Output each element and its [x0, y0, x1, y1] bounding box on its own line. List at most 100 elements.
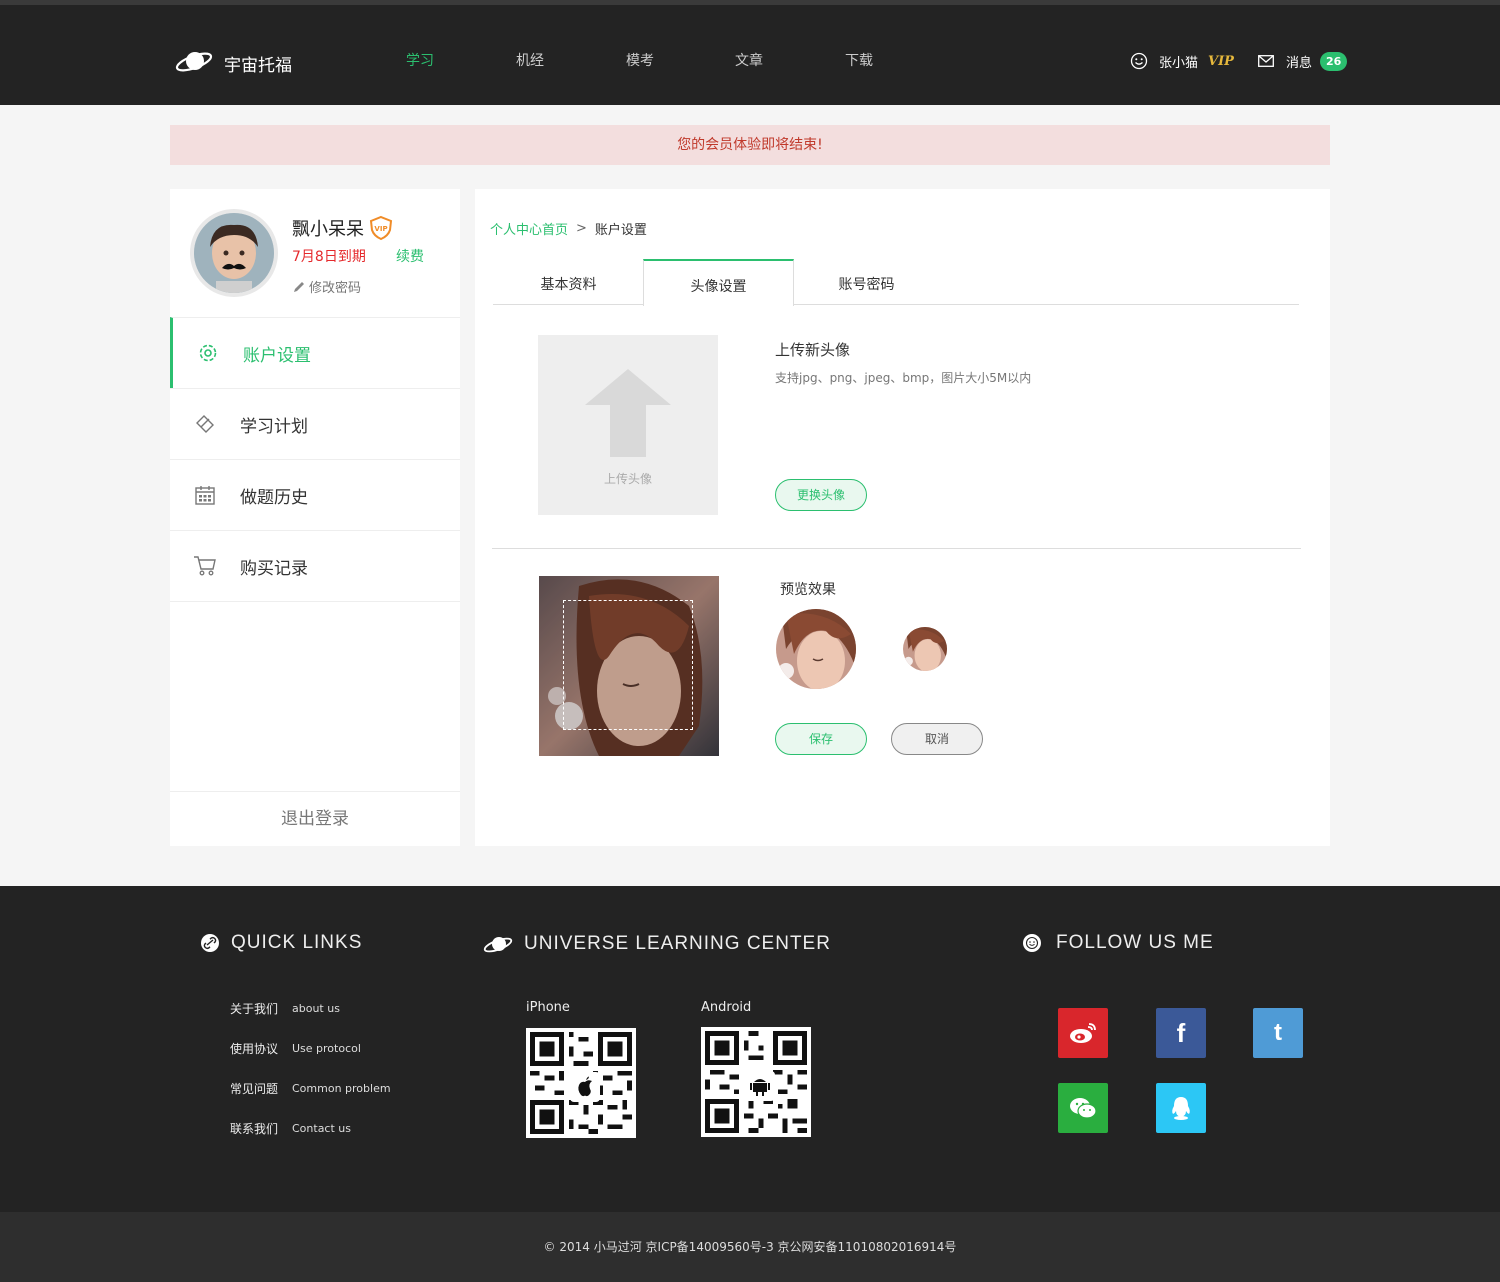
username[interactable]: 张小猫 [1159, 52, 1198, 71]
save-button[interactable]: 保存 [775, 723, 867, 755]
facebook-button[interactable]: f [1156, 1008, 1206, 1058]
logout-button[interactable]: 退出登录 [170, 791, 460, 846]
nav-item-machine[interactable]: 机经 [495, 50, 565, 70]
tumblr-button[interactable]: t [1253, 1008, 1303, 1058]
nav-item-download[interactable]: 下载 [824, 50, 894, 70]
android-icon [745, 1071, 775, 1101]
footer-link-protocol[interactable]: 使用协议 Use protocol [230, 1040, 361, 1057]
nav-item-study[interactable]: 学习 [385, 50, 455, 70]
upload-arrow-icon [585, 369, 671, 457]
footer-link-en: about us [292, 1002, 340, 1015]
messages-count-badge: 26 [1319, 51, 1348, 71]
top-navbar: 宇宙托福 学习 机经 模考 文章 下载 张小猫 VIP 消息 26 [0, 0, 1500, 105]
footer-link-faq[interactable]: 常见问题 Common problem [230, 1080, 391, 1097]
footer-link-cn: 关于我们 [230, 1002, 279, 1016]
messages-label: 消息 [1285, 55, 1312, 71]
cart-icon [170, 555, 240, 577]
avatar-preview-small [903, 627, 947, 671]
preview-title: 预览效果 [780, 582, 836, 598]
messages-link[interactable]: 消息 26 [1258, 51, 1348, 71]
center-title: UNIVERSE LEARNING CENTER [524, 933, 831, 954]
center-heading: UNIVERSE LEARNING CENTER [482, 932, 831, 956]
sidebar-item-account-settings[interactable]: 账户设置 [170, 317, 460, 388]
tumblr-icon: t [1274, 1019, 1282, 1046]
wechat-button[interactable] [1058, 1083, 1108, 1133]
calendar-icon [170, 484, 240, 506]
section-divider [492, 548, 1301, 549]
cancel-button[interactable]: 取消 [891, 723, 983, 755]
crop-source-photo[interactable] [539, 576, 719, 756]
android-qr-code[interactable] [701, 1027, 811, 1137]
footer-link-cn: 联系我们 [230, 1122, 279, 1136]
sidebar-item-label: 学习计划 [240, 416, 308, 437]
sidebar-item-label: 做题历史 [240, 487, 308, 508]
envelope-icon [1258, 55, 1274, 67]
upload-box-label: 上传头像 [603, 472, 652, 486]
quick-links-title: QUICK LINKS [231, 932, 363, 953]
weibo-button[interactable] [1058, 1008, 1108, 1058]
footer-link-cn: 使用协议 [230, 1042, 279, 1056]
sidebar-item-study-plan[interactable]: 学习计划 [170, 388, 460, 459]
nav-item-mock[interactable]: 模考 [605, 50, 675, 70]
sidebar-item-exercise-history[interactable]: 做题历史 [170, 459, 460, 530]
change-avatar-button[interactable]: 更换头像 [775, 479, 867, 511]
child-avatar-image [194, 213, 274, 293]
qq-icon [1172, 1097, 1190, 1120]
footer-link-contact[interactable]: 联系我们 Contact us [230, 1120, 351, 1137]
footer-link-en: Common problem [292, 1082, 391, 1095]
footer-link-about[interactable]: 关于我们 about us [230, 1000, 340, 1017]
facebook-icon: f [1176, 1017, 1186, 1048]
link-icon [201, 934, 219, 952]
vip-shield-icon: VIP [369, 215, 393, 241]
sidebar-item-purchase-records[interactable]: 购买记录 [170, 530, 460, 601]
apple-icon [570, 1072, 600, 1102]
user-area: 张小猫 VIP 消息 26 [1130, 49, 1348, 73]
breadcrumb-current: 账户设置 [594, 223, 647, 238]
avatar[interactable] [190, 209, 278, 297]
nav-item-articles[interactable]: 文章 [714, 50, 784, 70]
profile-name: 飘小呆呆 [292, 219, 364, 240]
sidebar: 飘小呆呆 VIP 7月8日到期 续费 修改密码 账户设置 学习计划 做题历史 购… [170, 189, 460, 846]
breadcrumb: 个人中心首页 > 账户设置 [490, 219, 647, 238]
change-password-link[interactable]: 修改密码 [292, 277, 361, 296]
sidebar-item-label: 账户设置 [243, 345, 311, 366]
gear-icon [173, 342, 243, 364]
svg-text:VIP: VIP [374, 225, 387, 233]
profile-name-row: 飘小呆呆 VIP [292, 215, 394, 241]
weibo-icon [1070, 1023, 1096, 1043]
follow-title: FOLLOW US ME [1056, 932, 1214, 953]
wechat-icon [1070, 1098, 1097, 1119]
crop-selection-frame[interactable] [563, 600, 693, 730]
quick-links-heading: QUICK LINKS [200, 932, 362, 954]
pencil-icon [294, 281, 304, 292]
sidebar-item-label: 购买记录 [240, 558, 308, 579]
change-password-label: 修改密码 [309, 281, 362, 296]
settings-tabs: 基本资料 头像设置 账号密码 [493, 259, 1299, 306]
copyright-bar: © 2014 小马过河 京ICP备14009560号-3 京公网安备110108… [0, 1212, 1500, 1282]
avatar-preview-large [776, 609, 856, 689]
smiley-icon [1023, 934, 1041, 952]
tab-avatar-settings[interactable]: 头像设置 [643, 259, 794, 306]
vip-label: VIP [1208, 53, 1234, 69]
renew-link[interactable]: 续费 [396, 246, 424, 266]
main-panel: 个人中心首页 > 账户设置 基本资料 头像设置 账号密码 上传头像 上传新头像 … [475, 189, 1330, 846]
android-label: Android [701, 1000, 752, 1015]
upload-title: 上传新头像 [775, 341, 851, 359]
sidebar-divider [170, 601, 460, 602]
footer-link-en: Use protocol [292, 1042, 361, 1055]
breadcrumb-home-link[interactable]: 个人中心首页 [490, 219, 568, 238]
upload-description: 支持jpg、png、jpeg、bmp，图片大小5M以内 [775, 371, 1032, 385]
iphone-qr-code[interactable] [526, 1028, 636, 1138]
avatar-upload-box[interactable]: 上传头像 [538, 335, 718, 515]
tab-account-password[interactable]: 账号密码 [791, 259, 942, 305]
membership-notice: 您的会员体验即将结束! [170, 125, 1330, 165]
qq-button[interactable] [1156, 1083, 1206, 1133]
membership-expire-date: 7月8日到期 [292, 249, 366, 265]
footer-link-cn: 常见问题 [230, 1082, 279, 1096]
iphone-label: iPhone [526, 1000, 570, 1015]
breadcrumb-separator: > [576, 221, 587, 236]
footer-link-en: Contact us [292, 1122, 351, 1135]
follow-heading: FOLLOW US ME [1022, 932, 1214, 954]
tab-basic-info[interactable]: 基本资料 [493, 259, 644, 305]
planet-icon [483, 937, 513, 953]
